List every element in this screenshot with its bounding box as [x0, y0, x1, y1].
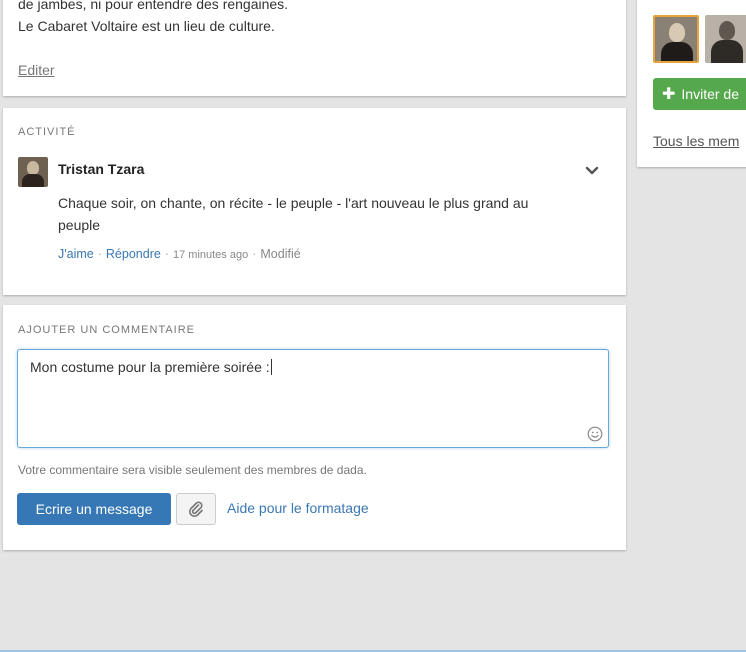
description-line: Le Cabaret Voltaire est un lieu de cultu…	[18, 18, 275, 34]
smiley-icon[interactable]	[587, 426, 603, 442]
avatar[interactable]	[18, 157, 48, 187]
paperclip-icon	[188, 501, 203, 518]
formatting-help-link[interactable]: Aide pour le formatage	[227, 500, 369, 516]
visibility-note: Votre commentaire sera visible seulement…	[18, 463, 367, 477]
member-avatar[interactable]	[653, 15, 699, 63]
invite-label: Inviter de	[681, 86, 739, 102]
activity-actions: J'aime · Répondre · 17 minutes ago · Modifié	[58, 247, 301, 261]
timestamp: 17 minutes ago	[172, 249, 249, 261]
member-avatar[interactable]	[705, 15, 746, 63]
description-line: de jambes, ni pour entendre des rengaine…	[18, 0, 289, 12]
activity-card: ACTIVITÉ Tristan Tzara Chaque soir, on c…	[3, 108, 626, 295]
edit-link[interactable]: Editer	[18, 62, 55, 78]
all-members-link[interactable]: Tous les mem	[653, 133, 739, 149]
comment-card: AJOUTER UN COMMENTAIRE Mon costume pour …	[3, 305, 626, 550]
plus-icon: ✚	[662, 86, 676, 103]
reply-link[interactable]: Répondre	[106, 247, 161, 261]
invite-button[interactable]: ✚ Inviter de	[653, 78, 746, 110]
comment-section-title: AJOUTER UN COMMENTAIRE	[18, 324, 196, 336]
comment-input-value: Mon costume pour la première soirée :	[30, 359, 272, 375]
modified-label: Modifié	[260, 247, 301, 261]
description-card: de jambes, ni pour entendre des rengaine…	[3, 0, 626, 96]
members-sidebar: ✚ Inviter de Tous les mem	[637, 0, 746, 167]
comment-input[interactable]: Mon costume pour la première soirée :	[17, 349, 609, 448]
separator: ·	[252, 247, 257, 261]
write-message-button[interactable]: Ecrire un message	[17, 493, 171, 525]
attach-button[interactable]	[176, 493, 216, 525]
separator: ·	[164, 247, 169, 261]
like-link[interactable]: J'aime	[58, 247, 94, 261]
activity-text: Chaque soir, on chante, on récite - le p…	[58, 195, 529, 233]
author-name[interactable]: Tristan Tzara	[58, 161, 144, 177]
separator: ·	[97, 247, 102, 261]
activity-section-title: ACTIVITÉ	[18, 126, 76, 138]
chevron-down-icon[interactable]	[585, 164, 599, 178]
